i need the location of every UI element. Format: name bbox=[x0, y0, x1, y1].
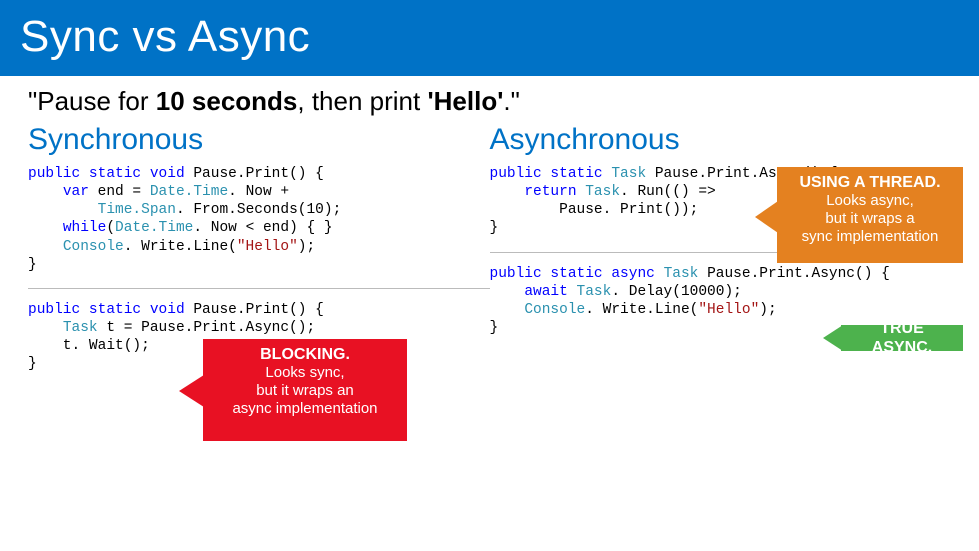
header-bar: Sync vs Async bbox=[0, 0, 979, 76]
async-heading: Asynchronous bbox=[490, 123, 952, 157]
divider bbox=[28, 288, 490, 289]
slide-title: Sync vs Async bbox=[20, 12, 959, 62]
callout-true-async: TRUE ASYNC. bbox=[841, 325, 963, 351]
subtitle: "Pause for 10 seconds, then print 'Hello… bbox=[0, 76, 979, 119]
callout-blocking-line3: async implementation bbox=[211, 400, 399, 418]
subtitle-suffix: ." bbox=[503, 86, 519, 116]
subtitle-prefix: "Pause for bbox=[28, 86, 156, 116]
callout-blocking-line1: Looks sync, bbox=[211, 364, 399, 382]
content-columns: Synchronous public static void Pause.Pri… bbox=[0, 119, 979, 373]
sync-code-block-1: public static void Pause.Print() { var e… bbox=[28, 165, 490, 274]
subtitle-bold2: 'Hello' bbox=[427, 86, 503, 116]
callout-thread-line1: Looks async, bbox=[785, 192, 955, 210]
subtitle-bold: 10 seconds bbox=[156, 86, 298, 116]
callout-thread-header: USING A THREAD. bbox=[785, 173, 955, 192]
callout-thread-line3: sync implementation bbox=[785, 228, 955, 246]
callout-blocking: BLOCKING. Looks sync, but it wraps an as… bbox=[203, 339, 407, 441]
sync-heading: Synchronous bbox=[28, 123, 490, 157]
subtitle-mid: , then print bbox=[297, 86, 427, 116]
callout-true-async-header: TRUE ASYNC. bbox=[849, 319, 955, 357]
async-column: Asynchronous public static Task Pause.Pr… bbox=[490, 119, 952, 373]
callout-blocking-header: BLOCKING. bbox=[211, 345, 399, 364]
sync-column: Synchronous public static void Pause.Pri… bbox=[28, 119, 490, 373]
callout-thread-line2: but it wraps a bbox=[785, 210, 955, 228]
callout-blocking-line2: but it wraps an bbox=[211, 382, 399, 400]
callout-thread: USING A THREAD. Looks async, but it wrap… bbox=[777, 167, 963, 263]
